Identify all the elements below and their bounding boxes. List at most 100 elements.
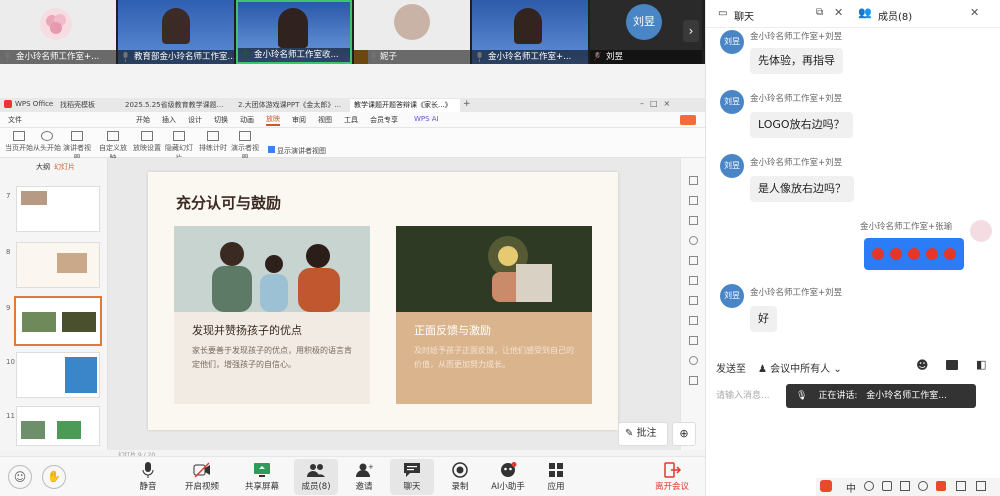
slide-thumbnail[interactable] xyxy=(16,242,100,288)
annotate-button[interactable]: ✎ 批注 xyxy=(618,422,668,446)
popout-icon[interactable]: ⧉ xyxy=(816,7,823,18)
menu-item[interactable]: 切换 xyxy=(214,115,228,125)
tool-icon[interactable] xyxy=(689,276,698,285)
tray-icon[interactable] xyxy=(882,481,892,491)
ribbon-button[interactable]: 当页开始 xyxy=(4,131,34,153)
slide[interactable]: 充分认可与鼓励 发现并赞扬孩子的优点 家长要善于发现孩子的优点，用积极的语言肯定… xyxy=(148,172,618,430)
tray-icon[interactable] xyxy=(900,481,910,491)
video-tile-active-speaker[interactable]: 金小玲名师工作室收... xyxy=(236,0,352,64)
menu-item[interactable]: 审阅 xyxy=(292,115,306,125)
tool-icon[interactable] xyxy=(689,316,698,325)
ribbon-button[interactable]: 从头开始 xyxy=(32,131,62,153)
menu-item[interactable]: 文件 xyxy=(8,115,22,125)
mute-button[interactable]: 静音 xyxy=(126,459,170,495)
menu-item[interactable]: 视图 xyxy=(318,115,332,125)
tray-icon[interactable] xyxy=(956,481,966,491)
panel-tab-active[interactable]: 幻灯片 xyxy=(54,162,75,172)
zoom-in-icon[interactable]: ⊕ xyxy=(672,422,696,446)
slide-number: 11 xyxy=(6,412,15,420)
slide-thumbnail-active[interactable] xyxy=(14,296,102,346)
video-tile[interactable]: 金小玲名师工作室+... xyxy=(472,0,588,64)
tray-icon[interactable]: 中 xyxy=(846,480,856,495)
message-bubble: 是人像放右边吗？ xyxy=(750,176,854,202)
tool-icon[interactable] xyxy=(689,236,698,245)
tray-icon[interactable] xyxy=(936,481,946,491)
apps-button[interactable]: 应用 xyxy=(534,459,578,495)
slide-thumbnail[interactable] xyxy=(16,186,100,232)
wps-tab[interactable]: 2025.5.25省级教育教学课题... xyxy=(125,100,230,110)
emoji-icon xyxy=(944,248,956,260)
ribbon-button[interactable]: 放映设置 xyxy=(132,131,162,153)
screenshot-icon[interactable]: ◧ xyxy=(976,358,986,371)
menu-item[interactable]: 会员专享 xyxy=(370,115,398,125)
share-screen-button[interactable]: 共享屏幕 xyxy=(240,459,284,495)
tray-icon[interactable] xyxy=(918,481,928,491)
leave-icon xyxy=(664,462,681,478)
slide-number: 10 xyxy=(6,358,15,366)
video-tile[interactable]: 教育部金小玲名师工作室... xyxy=(118,0,234,64)
wps-logo-icon xyxy=(4,100,12,108)
menu-item-active[interactable]: 放映 xyxy=(266,114,280,126)
sender-avatar: 刘昱 xyxy=(720,284,744,308)
panel-tab[interactable]: 大纲 xyxy=(36,162,50,172)
ime-logo-icon[interactable] xyxy=(820,480,832,492)
close-icon[interactable]: ✕ xyxy=(834,6,843,19)
emoji-picker-icon[interactable]: ☻ xyxy=(916,358,929,372)
window-controls-icon[interactable]: –□× xyxy=(640,99,676,108)
ribbon-button[interactable]: 排练计时 xyxy=(198,131,228,153)
wps-tab-active[interactable]: 教学课题开题答辩课《家长...》 xyxy=(350,99,460,112)
tray-icon[interactable] xyxy=(976,481,986,491)
folder-icon[interactable] xyxy=(946,360,958,370)
menu-item[interactable]: 开始 xyxy=(136,115,150,125)
tool-icon[interactable] xyxy=(689,296,698,305)
chat-icon xyxy=(404,463,420,477)
tool-icon[interactable] xyxy=(689,196,698,205)
message-bubble: LOGO放右边吗？ xyxy=(750,112,853,138)
menu-item[interactable]: 工具 xyxy=(344,115,358,125)
tool-icon[interactable] xyxy=(689,376,698,385)
members-icon xyxy=(307,464,325,477)
video-off-icon xyxy=(193,462,210,478)
tool-icon[interactable] xyxy=(689,216,698,225)
apps-grid-icon xyxy=(549,463,563,477)
ai-assistant-button[interactable]: AI小助手 xyxy=(486,459,530,495)
menu-item[interactable]: 设计 xyxy=(188,115,202,125)
slide-thumbnail[interactable] xyxy=(16,352,100,398)
tool-icon[interactable] xyxy=(689,256,698,265)
mic-icon: 🎙 xyxy=(796,391,808,401)
emoji-icon[interactable]: ☺ xyxy=(8,465,32,489)
message-input[interactable]: 请输入消息... xyxy=(716,388,786,401)
tile-name: 妮子 xyxy=(354,50,470,64)
slide-thumbnail[interactable] xyxy=(16,406,100,446)
raise-hand-icon[interactable]: ✋ xyxy=(42,465,66,489)
wps-tab[interactable]: WPS Office xyxy=(15,100,53,108)
slide-card: 发现并赞扬孩子的优点 家长要善于发现孩子的优点，用积极的语言肯定他们，增强孩子的… xyxy=(174,226,370,404)
menu-item[interactable]: 插入 xyxy=(162,115,176,125)
wps-tab[interactable]: 找稻壳模板 xyxy=(60,100,95,110)
share-icon[interactable] xyxy=(680,115,696,125)
members-tab[interactable]: 成员(8) xyxy=(878,8,912,23)
sender-avatar: 刘昱 xyxy=(720,30,744,54)
tool-icon[interactable] xyxy=(689,336,698,345)
chevron-down-icon: ⌄ xyxy=(830,364,842,375)
invite-button[interactable]: + 邀请 xyxy=(342,459,386,495)
start-video-button[interactable]: 开启视频 xyxy=(180,459,224,495)
presenter-view-checkbox[interactable]: 显示演讲者视图 xyxy=(268,146,326,156)
video-tile[interactable]: 妮子 xyxy=(354,0,470,64)
thumbs-up-photo-image xyxy=(396,226,592,312)
video-tile[interactable]: 金小玲名师工作室+... xyxy=(0,0,116,64)
members-button[interactable]: 成员(8) xyxy=(294,459,338,495)
next-page-arrow[interactable]: › xyxy=(683,20,699,42)
leave-meeting-button[interactable]: 离开会议 xyxy=(650,459,694,495)
tool-icon[interactable] xyxy=(689,176,698,185)
wps-tab[interactable]: 2.大团体游戏课PPT《金太郎》... xyxy=(238,100,343,110)
close-icon[interactable]: ✕ xyxy=(970,6,979,19)
record-button[interactable]: 录制 xyxy=(438,459,482,495)
send-to-dropdown[interactable]: ♟ 会议中所有人 ⌄ xyxy=(758,360,842,375)
menu-item-wps-ai[interactable]: WPS AI xyxy=(414,115,439,123)
chat-button[interactable]: 聊天 xyxy=(390,459,434,495)
tool-icon[interactable] xyxy=(689,356,698,365)
new-tab-icon[interactable]: + xyxy=(463,99,471,109)
menu-item[interactable]: 动画 xyxy=(240,115,254,125)
tray-icon[interactable] xyxy=(864,481,874,491)
